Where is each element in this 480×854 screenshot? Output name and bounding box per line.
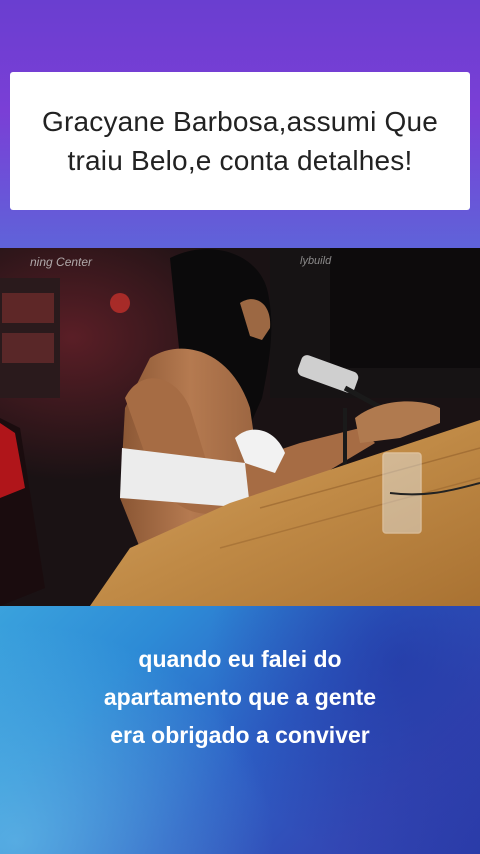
video-scene: ning Center lybuild xyxy=(0,248,480,606)
video-watermark-left: ning Center xyxy=(30,255,93,269)
video-caption: quando eu falei do apartamento que a gen… xyxy=(40,640,440,754)
video-title: Gracyane Barbosa,assumi Que traiu Belo,e… xyxy=(41,106,439,176)
caption-line: era obrigado a conviver xyxy=(110,722,370,748)
caption-line: apartamento que a gente xyxy=(103,684,377,710)
caption-line: quando eu falei do xyxy=(138,646,342,672)
video-frame[interactable]: ning Center lybuild xyxy=(0,248,480,606)
title-card: Gracyane Barbosa,assumi Que traiu Belo,e… xyxy=(10,72,470,210)
video-watermark-right: lybuild xyxy=(300,255,332,267)
